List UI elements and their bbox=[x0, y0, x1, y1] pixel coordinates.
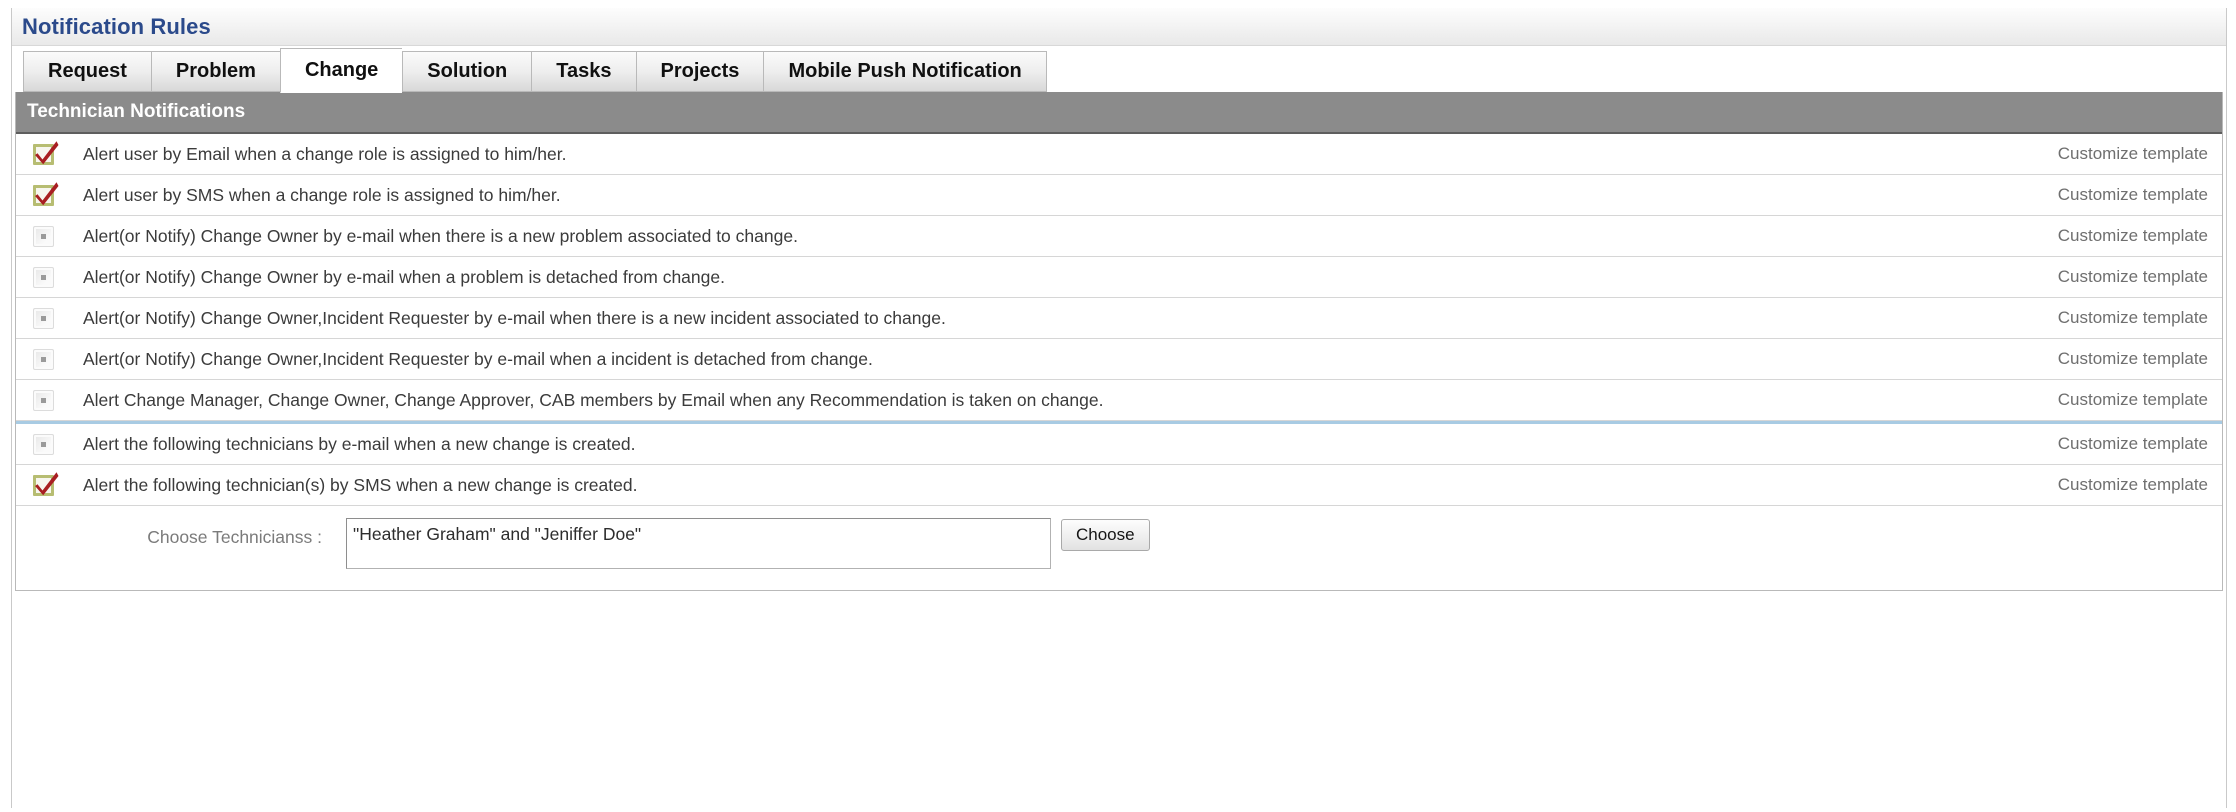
rule-row: Alert(or Notify) Change Owner,Incident R… bbox=[16, 339, 2222, 380]
notifications-panel: Technician Notifications Alert user by E… bbox=[15, 92, 2223, 591]
checkbox-checked-icon[interactable] bbox=[33, 185, 54, 206]
customize-template-link[interactable]: Customize template bbox=[2034, 226, 2208, 246]
rule-checkbox-cell bbox=[25, 390, 63, 411]
choose-button[interactable]: Choose bbox=[1061, 519, 1150, 551]
rule-row: Alert the following technician(s) by SMS… bbox=[16, 465, 2222, 506]
rule-label: Alert(or Notify) Change Owner,Incident R… bbox=[63, 308, 2034, 329]
customize-template-link[interactable]: Customize template bbox=[2034, 144, 2208, 164]
tab-label: Change bbox=[305, 59, 378, 82]
customize-template-link[interactable]: Customize template bbox=[2034, 185, 2208, 205]
rule-checkbox-cell bbox=[25, 434, 63, 455]
checkbox-unchecked-icon[interactable] bbox=[33, 349, 54, 370]
tab-label: Projects bbox=[661, 60, 740, 83]
tab-label: Mobile Push Notification bbox=[788, 60, 1021, 83]
tab-request[interactable]: Request bbox=[23, 51, 151, 92]
page-frame: Notification Rules Request Problem Change S… bbox=[11, 8, 2227, 808]
rule-label: Alert(or Notify) Change Owner,Incident R… bbox=[63, 349, 2034, 370]
rule-checkbox-cell bbox=[25, 226, 63, 247]
rule-row: Alert user by SMS when a change role is … bbox=[16, 175, 2222, 216]
rule-label: Alert user by Email when a change role i… bbox=[63, 144, 2034, 165]
tab-label: Solution bbox=[427, 60, 507, 83]
customize-template-link[interactable]: Customize template bbox=[2034, 267, 2208, 287]
rule-checkbox-cell bbox=[25, 349, 63, 370]
panel-bottom-spacer bbox=[16, 576, 2222, 590]
tab-tasks[interactable]: Tasks bbox=[531, 51, 635, 92]
section-header: Technician Notifications bbox=[16, 92, 2222, 134]
rule-row: Alert the following technicians by e-mai… bbox=[16, 421, 2222, 465]
rule-checkbox-cell bbox=[25, 185, 63, 206]
page-title: Notification Rules bbox=[22, 14, 211, 40]
checkbox-checked-icon[interactable] bbox=[33, 144, 54, 165]
rule-row: Alert(or Notify) Change Owner,Incident R… bbox=[16, 298, 2222, 339]
rule-row: Alert(or Notify) Change Owner by e-mail … bbox=[16, 257, 2222, 298]
checkbox-checked-icon[interactable] bbox=[33, 475, 54, 496]
notification-rules-page: Notification Rules Request Problem Change S… bbox=[0, 0, 2236, 812]
rule-row: Alert user by Email when a change role i… bbox=[16, 134, 2222, 175]
choose-technicians-row: Choose Technicianss : Choose bbox=[16, 506, 2222, 576]
tab-projects[interactable]: Projects bbox=[636, 51, 764, 92]
rule-label: Alert the following technicians by e-mai… bbox=[63, 434, 2034, 455]
tab-label: Request bbox=[48, 60, 127, 83]
technicians-textarea[interactable] bbox=[346, 518, 1051, 569]
rule-row: Alert(or Notify) Change Owner by e-mail … bbox=[16, 216, 2222, 257]
checkbox-unchecked-icon[interactable] bbox=[33, 308, 54, 329]
rule-label: Alert(or Notify) Change Owner by e-mail … bbox=[63, 267, 2034, 288]
rule-checkbox-cell bbox=[25, 475, 63, 496]
customize-template-link[interactable]: Customize template bbox=[2034, 434, 2208, 454]
rule-label: Alert Change Manager, Change Owner, Chan… bbox=[63, 390, 2034, 411]
customize-template-link[interactable]: Customize template bbox=[2034, 308, 2208, 328]
rule-label: Alert(or Notify) Change Owner by e-mail … bbox=[63, 226, 2034, 247]
tab-change[interactable]: Change bbox=[280, 48, 402, 93]
customize-template-link[interactable]: Customize template bbox=[2034, 349, 2208, 369]
tab-mobile-push-notification[interactable]: Mobile Push Notification bbox=[763, 51, 1046, 92]
checkbox-unchecked-icon[interactable] bbox=[33, 226, 54, 247]
rule-row: Alert Change Manager, Change Owner, Chan… bbox=[16, 380, 2222, 421]
customize-template-link[interactable]: Customize template bbox=[2034, 390, 2208, 410]
tab-label: Problem bbox=[176, 60, 256, 83]
checkbox-unchecked-icon[interactable] bbox=[33, 434, 54, 455]
rule-label: Alert user by SMS when a change role is … bbox=[63, 185, 2034, 206]
rule-checkbox-cell bbox=[25, 144, 63, 165]
tab-solution[interactable]: Solution bbox=[402, 51, 531, 92]
choose-technicians-label: Choose Technicianss : bbox=[16, 518, 346, 548]
title-bar: Notification Rules bbox=[12, 8, 2226, 46]
tab-problem[interactable]: Problem bbox=[151, 51, 280, 92]
choose-technicians-field: Choose bbox=[346, 518, 1150, 569]
section-title: Technician Notifications bbox=[27, 101, 245, 123]
customize-template-link[interactable]: Customize template bbox=[2034, 475, 2208, 495]
rule-checkbox-cell bbox=[25, 308, 63, 329]
rules-list: Alert user by Email when a change role i… bbox=[16, 134, 2222, 506]
rule-label: Alert the following technician(s) by SMS… bbox=[63, 475, 2034, 496]
checkbox-unchecked-icon[interactable] bbox=[33, 267, 54, 288]
tab-label: Tasks bbox=[556, 60, 611, 83]
tab-strip: Request Problem Change Solution Tasks Project… bbox=[12, 46, 2226, 92]
checkbox-unchecked-icon[interactable] bbox=[33, 390, 54, 411]
rule-checkbox-cell bbox=[25, 267, 63, 288]
